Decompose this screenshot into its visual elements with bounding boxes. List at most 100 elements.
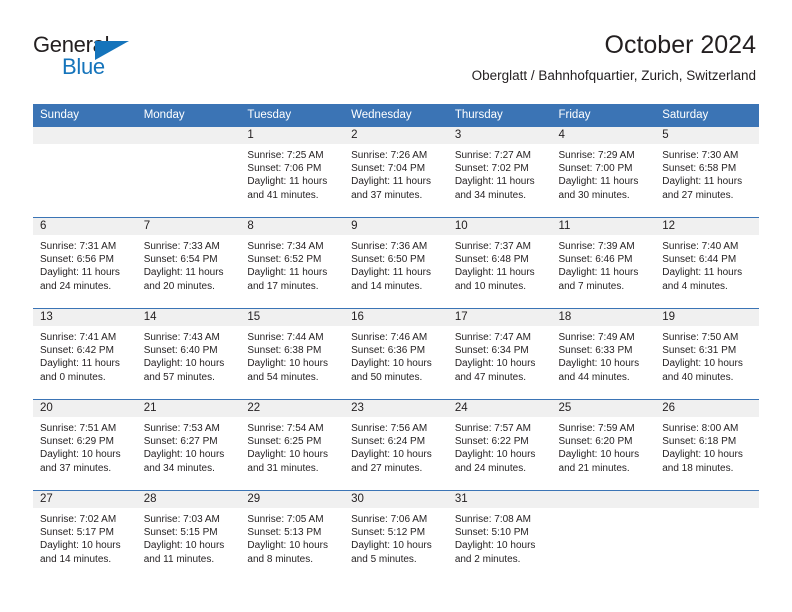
calendar-day-cell[interactable]: 30 Sunrise: 7:06 AM Sunset: 5:12 PM Dayligh… bbox=[344, 490, 448, 581]
day-detail-sunrise: Sunrise: 7:30 AM bbox=[662, 150, 739, 161]
day-detail-daylight1: Daylight: 11 hours bbox=[662, 176, 743, 188]
calendar-day-cell[interactable]: 25 Sunrise: 7:59 AM Sunset: 6:20 PM Dayligh… bbox=[551, 399, 656, 491]
calendar-day-cell[interactable]: 20 Sunrise: 7:51 AM Sunset: 6:29 PM Dayligh… bbox=[33, 399, 137, 491]
day-detail-sunrise: Sunrise: 7:56 AM bbox=[351, 423, 428, 434]
calendar-day-cell[interactable]: 12 Sunrise: 7:40 AM Sunset: 6:44 PM Dayligh… bbox=[655, 217, 759, 309]
day-detail-daylight1: Daylight: 11 hours bbox=[143, 267, 224, 279]
calendar-day-cell[interactable]: 7 Sunrise: 7:33 AM Sunset: 6:54 PM Daylight… bbox=[136, 217, 241, 309]
day-number bbox=[551, 491, 656, 508]
day-number: 18 bbox=[551, 309, 656, 326]
calendar-day-cell[interactable]: 29 Sunrise: 7:05 AM Sunset: 5:13 PM Dayligh… bbox=[240, 490, 345, 581]
day-detail-daylight1: Daylight: 10 hours bbox=[558, 449, 640, 461]
day-details: Sunrise: 7:40 AM Sunset: 6:44 PM Daylight:… bbox=[655, 235, 759, 293]
day-detail-sunrise: Sunrise: 7:50 AM bbox=[662, 332, 739, 343]
calendar-day-cell[interactable]: 13 Sunrise: 7:41 AM Sunset: 6:42 PM Dayligh… bbox=[33, 308, 137, 400]
calendar-day-cell[interactable]: 16 Sunrise: 7:46 AM Sunset: 6:36 PM Dayligh… bbox=[344, 308, 448, 400]
day-number bbox=[136, 127, 241, 144]
day-detail-sunrise: Sunrise: 7:02 AM bbox=[40, 514, 117, 525]
day-number: 7 bbox=[136, 218, 241, 235]
calendar-day-cell[interactable]: 26 Sunrise: 8:00 AM Sunset: 6:18 PM Dayligh… bbox=[655, 399, 759, 491]
calendar-day-cell[interactable]: 21 Sunrise: 7:53 AM Sunset: 6:27 PM Dayligh… bbox=[136, 399, 241, 491]
day-detail-sunrise: Sunrise: 7:53 AM bbox=[143, 423, 220, 434]
calendar-day-cell[interactable]: 9 Sunrise: 7:36 AM Sunset: 6:50 PM Daylight… bbox=[344, 217, 448, 309]
day-detail-daylight2: and 5 minutes. bbox=[351, 553, 417, 565]
calendar-day-cell[interactable]: 6 Sunrise: 7:31 AM Sunset: 6:56 PM Daylight… bbox=[33, 217, 137, 309]
day-number: 23 bbox=[344, 400, 448, 417]
calendar-day-cell[interactable]: 15 Sunrise: 7:44 AM Sunset: 6:38 PM Dayligh… bbox=[240, 308, 345, 400]
calendar-day-cell[interactable]: 19 Sunrise: 7:50 AM Sunset: 6:31 PM Dayligh… bbox=[655, 308, 759, 400]
day-details: Sunrise: 7:26 AM Sunset: 7:04 PM Daylight:… bbox=[344, 144, 448, 202]
calendar-day-cell[interactable]: 28 Sunrise: 7:03 AM Sunset: 5:15 PM Dayligh… bbox=[136, 490, 241, 581]
calendar-cell-empty bbox=[136, 127, 241, 218]
day-detail-daylight1: Daylight: 10 hours bbox=[40, 449, 121, 461]
day-details: Sunrise: 7:53 AM Sunset: 6:27 PM Daylight:… bbox=[137, 417, 241, 475]
day-details: Sunrise: 7:39 AM Sunset: 6:46 PM Daylight:… bbox=[552, 235, 656, 293]
calendar-day-cell[interactable]: 23 Sunrise: 7:56 AM Sunset: 6:24 PM Dayligh… bbox=[344, 399, 448, 491]
calendar-week-row: 1 Sunrise: 7:25 AM Sunset: 7:06 PM Daylight… bbox=[33, 127, 759, 218]
general-blue-logo[interactable]: General Blue bbox=[33, 33, 163, 81]
day-details: Sunrise: 7:29 AM Sunset: 7:00 PM Daylight:… bbox=[552, 144, 656, 202]
day-detail-daylight2: and 34 minutes. bbox=[143, 462, 215, 474]
calendar-day-cell[interactable]: 10 Sunrise: 7:37 AM Sunset: 6:48 PM Dayligh… bbox=[447, 217, 552, 309]
day-detail-sunrise: Sunrise: 7:49 AM bbox=[558, 332, 635, 343]
calendar-day-cell[interactable]: 11 Sunrise: 7:39 AM Sunset: 6:46 PM Dayligh… bbox=[551, 217, 656, 309]
calendar-day-cell[interactable]: 31 Sunrise: 7:08 AM Sunset: 5:10 PM Dayligh… bbox=[447, 490, 552, 581]
day-detail-daylight1: Daylight: 11 hours bbox=[351, 267, 431, 279]
day-detail-sunset: Sunset: 5:13 PM bbox=[247, 527, 322, 539]
day-detail-daylight1: Daylight: 10 hours bbox=[351, 540, 432, 552]
sunrise-sunset-calendar: Sunday Monday Tuesday Wednesday Thursday… bbox=[33, 104, 759, 581]
calendar-day-cell[interactable]: 18 Sunrise: 7:49 AM Sunset: 6:33 PM Dayligh… bbox=[551, 308, 656, 400]
day-detail-daylight1: Daylight: 10 hours bbox=[351, 449, 432, 461]
calendar-day-cell[interactable]: 22 Sunrise: 7:54 AM Sunset: 6:25 PM Dayligh… bbox=[240, 399, 345, 491]
day-detail-daylight2: and 27 minutes. bbox=[351, 462, 423, 474]
day-detail-sunrise: Sunrise: 7:43 AM bbox=[143, 332, 220, 343]
day-details: Sunrise: 7:27 AM Sunset: 7:02 PM Daylight:… bbox=[448, 144, 552, 202]
calendar-day-cell[interactable]: 5 Sunrise: 7:30 AM Sunset: 6:58 PM Daylight… bbox=[655, 127, 759, 218]
calendar-day-cell[interactable]: 3 Sunrise: 7:27 AM Sunset: 7:02 PM Daylight… bbox=[447, 127, 552, 218]
day-detail-sunset: Sunset: 6:36 PM bbox=[351, 345, 426, 357]
day-details: Sunrise: 7:46 AM Sunset: 6:36 PM Daylight:… bbox=[344, 326, 448, 384]
day-number: 8 bbox=[240, 218, 345, 235]
weekday-header-sunday: Sunday bbox=[33, 104, 137, 127]
day-detail-sunset: Sunset: 6:58 PM bbox=[662, 163, 737, 175]
day-detail-sunset: Sunset: 6:34 PM bbox=[454, 345, 529, 357]
day-detail-sunset: Sunset: 5:15 PM bbox=[143, 527, 218, 539]
calendar-day-cell[interactable]: 17 Sunrise: 7:47 AM Sunset: 6:34 PM Dayligh… bbox=[447, 308, 552, 400]
day-details: Sunrise: 7:56 AM Sunset: 6:24 PM Daylight:… bbox=[344, 417, 448, 475]
calendar-day-cell[interactable]: 1 Sunrise: 7:25 AM Sunset: 7:06 PM Daylight… bbox=[240, 127, 345, 218]
day-number: 14 bbox=[136, 309, 241, 326]
day-detail-sunset: Sunset: 5:10 PM bbox=[454, 527, 529, 539]
day-detail-sunrise: Sunrise: 7:40 AM bbox=[662, 241, 739, 252]
day-number: 5 bbox=[655, 127, 759, 144]
calendar-day-cell[interactable]: 27 Sunrise: 7:02 AM Sunset: 5:17 PM Dayligh… bbox=[33, 490, 137, 581]
calendar-cell-empty bbox=[551, 490, 656, 581]
day-detail-sunrise: Sunrise: 7:46 AM bbox=[351, 332, 428, 343]
day-detail-daylight1: Daylight: 11 hours bbox=[40, 267, 120, 279]
calendar-week-row: 13 Sunrise: 7:41 AM Sunset: 6:42 PM Dayligh… bbox=[33, 308, 759, 400]
day-number: 1 bbox=[240, 127, 345, 144]
day-detail-sunset: Sunset: 6:50 PM bbox=[351, 254, 426, 266]
day-number: 19 bbox=[655, 309, 759, 326]
day-detail-daylight1: Daylight: 10 hours bbox=[143, 358, 225, 370]
day-detail-daylight1: Daylight: 10 hours bbox=[247, 358, 329, 370]
logo-text-blue: Blue bbox=[62, 54, 105, 79]
weekday-header-saturday: Saturday bbox=[655, 104, 759, 127]
calendar-day-cell[interactable]: 2 Sunrise: 7:26 AM Sunset: 7:04 PM Daylight… bbox=[344, 127, 448, 218]
calendar-day-cell[interactable]: 14 Sunrise: 7:43 AM Sunset: 6:40 PM Dayligh… bbox=[136, 308, 241, 400]
day-detail-sunrise: Sunrise: 7:51 AM bbox=[40, 423, 117, 434]
calendar-cell-empty bbox=[33, 127, 137, 218]
day-detail-sunset: Sunset: 6:54 PM bbox=[143, 254, 218, 266]
calendar-day-cell[interactable]: 8 Sunrise: 7:34 AM Sunset: 6:52 PM Daylight… bbox=[240, 217, 345, 309]
calendar-body: 1 Sunrise: 7:25 AM Sunset: 7:06 PM Daylight… bbox=[33, 127, 759, 581]
calendar-day-cell[interactable]: 4 Sunrise: 7:29 AM Sunset: 7:00 PM Daylight… bbox=[551, 127, 656, 218]
day-number: 21 bbox=[136, 400, 241, 417]
day-number: 9 bbox=[344, 218, 448, 235]
day-detail-daylight1: Daylight: 11 hours bbox=[247, 176, 328, 188]
day-detail-sunrise: Sunrise: 7:33 AM bbox=[143, 241, 220, 252]
day-detail-daylight1: Daylight: 10 hours bbox=[143, 449, 225, 461]
day-details: Sunrise: 7:06 AM Sunset: 5:12 PM Daylight:… bbox=[344, 508, 448, 566]
day-details: Sunrise: 7:36 AM Sunset: 6:50 PM Daylight:… bbox=[344, 235, 448, 293]
day-number: 26 bbox=[655, 400, 759, 417]
calendar-day-cell[interactable]: 24 Sunrise: 7:57 AM Sunset: 6:22 PM Dayligh… bbox=[447, 399, 552, 491]
day-detail-daylight1: Daylight: 11 hours bbox=[558, 267, 639, 279]
